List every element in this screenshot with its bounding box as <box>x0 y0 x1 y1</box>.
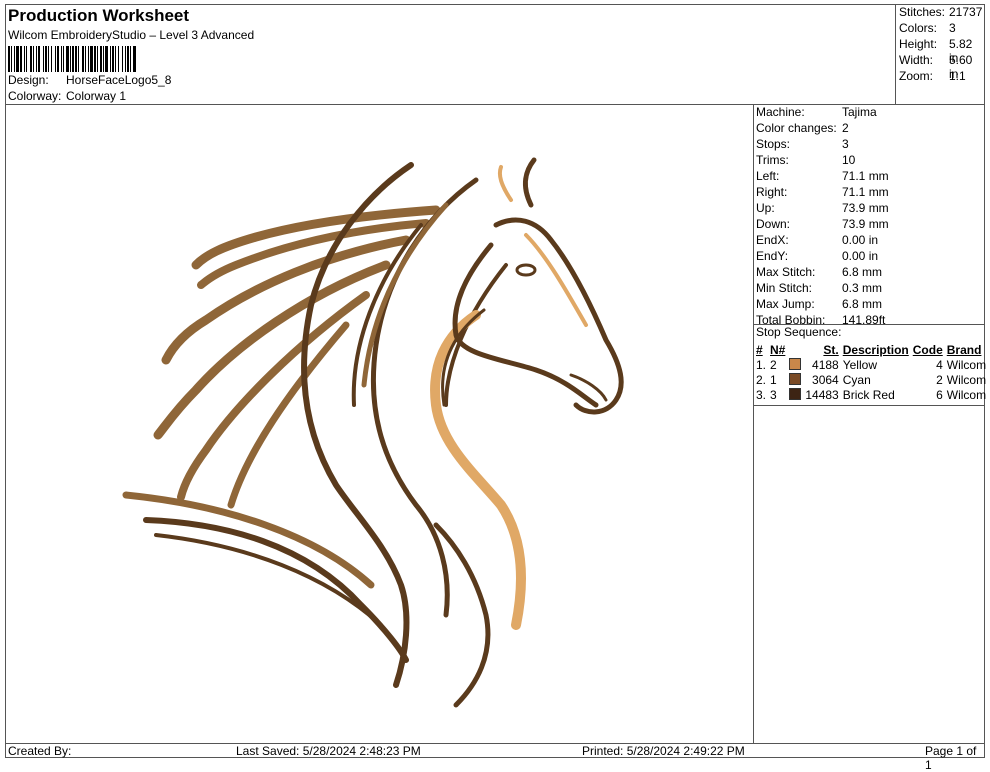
page-number: Page 1 of 1 <box>925 744 977 772</box>
color-swatch <box>789 387 802 400</box>
col-code: Code <box>912 342 943 357</box>
barcode <box>8 46 136 72</box>
worksheet-header: Production Worksheet Wilcom EmbroiderySt… <box>5 4 895 104</box>
worksheet-footer: Created By: Last Saved: 5/28/2024 2:48:2… <box>5 743 985 772</box>
table-row: 2. 1 3064 Cyan 2 Wilcom <box>756 372 987 387</box>
design-row: Design: HorseFaceLogo5_8 <box>8 73 171 87</box>
design-label: Design: <box>8 73 49 87</box>
printed-date: Printed: 5/28/2024 2:49:22 PM <box>582 744 745 758</box>
table-row: 3. 3 14483 Brick Red 6 Wilcom <box>756 387 987 402</box>
stop-sequence-title: Stop Sequence: <box>756 325 842 339</box>
colorway-label: Colorway: <box>8 89 62 103</box>
info-divider <box>753 104 754 743</box>
col-description: Description <box>842 342 909 357</box>
table-bottom-divider <box>753 405 985 406</box>
col-needle: N# <box>770 342 786 357</box>
page-title: Production Worksheet <box>8 6 190 25</box>
color-swatch <box>789 357 802 370</box>
horse-head-embroidery-image <box>122 157 624 708</box>
col-stitches: St. <box>823 342 839 357</box>
colorway-row: Colorway: Colorway 1 <box>8 89 126 103</box>
table-header-row: # N# St. Description Code Brand <box>754 342 988 357</box>
colorway-value: Colorway 1 <box>66 89 127 103</box>
design-value: HorseFaceLogo5_8 <box>66 73 172 87</box>
stats-panel: Stitches: 21737 Colors: 3 Height: 5.82 in W… <box>895 4 985 104</box>
table-row: 1. 2 4188 Yellow 4 Wilcom <box>756 357 987 372</box>
software-subtitle: Wilcom EmbroideryStudio – Level 3 Advanc… <box>8 28 255 42</box>
col-index: # <box>756 342 763 357</box>
last-saved: Last Saved: 5/28/2024 2:48:23 PM <box>236 744 421 758</box>
color-swatch <box>789 372 802 385</box>
col-brand: Brand <box>946 342 982 357</box>
created-by: Created By: <box>8 744 72 758</box>
stop-sequence-table: # N# St. Description Code Brand 1. 2 418… <box>754 342 988 402</box>
col-swatch <box>787 342 803 357</box>
